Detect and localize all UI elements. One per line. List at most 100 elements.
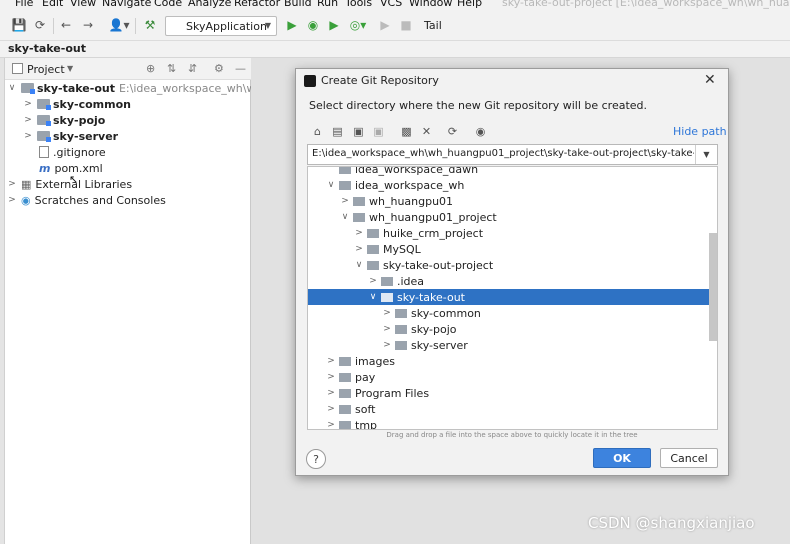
menu-analyze[interactable]: Analyze	[188, 0, 231, 9]
directory-tree[interactable]: idea_workspace_dawn ∨ idea_workspace_wh >…	[307, 166, 718, 430]
chevron-right-icon[interactable]: >	[23, 131, 33, 141]
breadcrumb-item[interactable]: sky-take-out	[8, 42, 86, 55]
hide-path-link[interactable]: Hide path	[673, 125, 727, 138]
chevron-down-icon[interactable]: ∨	[326, 180, 336, 190]
tree-item[interactable]: > pay	[326, 369, 717, 385]
chevron-right-icon[interactable]: >	[354, 244, 364, 254]
menu-tools[interactable]: Tools	[345, 0, 372, 9]
chevron-right-icon[interactable]: >	[382, 340, 392, 350]
sync-icon[interactable]: ⟳	[32, 17, 48, 33]
chevron-right-icon[interactable]: >	[326, 420, 336, 429]
run-icon[interactable]: ▶	[284, 17, 300, 33]
tree-item-selected[interactable]: ∨ sky-take-out	[308, 289, 717, 305]
help-button[interactable]: ?	[306, 449, 326, 469]
step-icon[interactable]: ▶	[377, 17, 393, 33]
new-folder-icon[interactable]: ▩	[399, 124, 414, 139]
menu-navigate[interactable]: Navigate	[102, 0, 151, 9]
profile-icon[interactable]: ◎▾	[346, 17, 370, 33]
menu-refactor[interactable]: Refactor	[234, 0, 280, 9]
user-icon[interactable]: 👤▾	[108, 17, 130, 33]
chevron-down-icon[interactable]: ∨	[7, 83, 17, 93]
chevron-down-icon[interactable]: ∨	[354, 260, 364, 270]
tree-item-pom[interactable]: m pom.xml	[33, 160, 103, 176]
chevron-right-icon[interactable]: >	[326, 356, 336, 366]
delete-icon[interactable]: ✕	[419, 124, 434, 139]
tree-item-sky-pojo[interactable]: > sky-pojo	[23, 112, 105, 128]
tree-scrollbar[interactable]	[709, 233, 717, 341]
project-panel-title[interactable]: Project	[27, 63, 65, 76]
tree-item[interactable]: > wh_huangpu01	[340, 193, 717, 209]
chevron-right-icon[interactable]: >	[382, 324, 392, 334]
tree-item[interactable]: > soft	[326, 401, 717, 417]
menu-window[interactable]: Window	[409, 0, 452, 9]
run-configuration-select[interactable]: SkyApplication ▼	[165, 16, 277, 36]
expand-all-icon[interactable]: ⇅	[167, 62, 176, 75]
close-icon[interactable]: ✕	[704, 72, 716, 88]
tree-item-scratches[interactable]: > ◉ Scratches and Consoles	[7, 192, 166, 208]
minimize-icon[interactable]: —	[235, 62, 246, 75]
tree-item[interactable]: > sky-common	[382, 305, 717, 321]
tree-item[interactable]: idea_workspace_dawn	[326, 167, 717, 177]
desktop-icon[interactable]: ▤	[330, 124, 345, 139]
save-icon[interactable]: 💾	[11, 17, 27, 33]
tree-item[interactable]: > sky-pojo	[382, 321, 717, 337]
tree-item[interactable]: > images	[326, 353, 717, 369]
build-hammer-icon[interactable]: ⚒	[142, 17, 158, 33]
debug-icon[interactable]: ◉	[305, 17, 321, 33]
chevron-down-icon[interactable]: ▼	[695, 145, 717, 164]
tree-item[interactable]: > .idea	[368, 273, 717, 289]
menu-code[interactable]: Code	[154, 0, 182, 9]
stop-icon[interactable]: ■	[398, 17, 414, 33]
ok-button[interactable]: OK	[593, 448, 651, 468]
home-icon[interactable]: ⌂	[310, 124, 325, 139]
chevron-right-icon[interactable]: >	[368, 276, 378, 286]
project-folder-icon[interactable]: ▣	[351, 124, 366, 139]
cancel-button[interactable]: Cancel	[660, 448, 718, 468]
tree-item-sky-server[interactable]: > sky-server	[23, 128, 118, 144]
menu-vcs[interactable]: VCS	[380, 0, 402, 9]
tree-item-label: wh_huangpu01	[369, 194, 454, 208]
path-input[interactable]	[312, 148, 694, 159]
coverage-icon[interactable]: ▶	[326, 17, 342, 33]
gear-icon[interactable]: ⚙	[214, 62, 224, 75]
chevron-down-icon[interactable]: ▼	[67, 64, 73, 73]
tree-item-gitignore[interactable]: .gitignore	[33, 144, 106, 160]
tail-button[interactable]: Tail	[424, 19, 442, 32]
watermark: CSDN @shangxianjiao	[588, 514, 755, 532]
chevron-down-icon[interactable]: ∨	[340, 212, 350, 222]
chevron-right-icon[interactable]: >	[382, 308, 392, 318]
chevron-right-icon[interactable]: >	[326, 388, 336, 398]
chevron-right-icon[interactable]: >	[326, 372, 336, 382]
tree-item[interactable]: > MySQL	[354, 241, 717, 257]
tree-item[interactable]: > sky-server	[382, 337, 717, 353]
menu-build[interactable]: Build	[284, 0, 312, 9]
tree-item[interactable]: ∨ idea_workspace_wh	[326, 177, 717, 193]
tree-item-sky-common[interactable]: > sky-common	[23, 96, 131, 112]
menu-edit[interactable]: Edit	[42, 0, 63, 9]
menu-run[interactable]: Run	[317, 0, 338, 9]
refresh-icon[interactable]: ⟳	[445, 124, 460, 139]
locate-icon[interactable]: ⊕	[146, 62, 155, 75]
tree-item[interactable]: > tmp	[326, 417, 717, 429]
chevron-right-icon[interactable]: >	[7, 179, 17, 189]
tree-item[interactable]: > Program Files	[326, 385, 717, 401]
chevron-right-icon[interactable]: >	[326, 404, 336, 414]
forward-icon[interactable]: →	[80, 17, 96, 33]
chevron-down-icon[interactable]: ∨	[368, 292, 378, 302]
tree-item[interactable]: ∨ wh_huangpu01_project	[340, 209, 717, 225]
module-folder-icon[interactable]: ▣	[371, 124, 386, 139]
menu-file[interactable]: File	[15, 0, 33, 9]
chevron-right-icon[interactable]: >	[354, 228, 364, 238]
tree-item[interactable]: > huike_crm_project	[354, 225, 717, 241]
collapse-all-icon[interactable]: ⇵	[188, 62, 197, 75]
chevron-right-icon[interactable]: >	[23, 99, 33, 109]
tree-item[interactable]: ∨ sky-take-out-project	[354, 257, 717, 273]
chevron-right-icon[interactable]: >	[340, 196, 350, 206]
menu-view[interactable]: View	[70, 0, 96, 9]
back-icon[interactable]: ←	[58, 17, 74, 33]
show-hidden-icon[interactable]: ◉	[473, 124, 488, 139]
path-field[interactable]: ▼	[307, 144, 718, 165]
chevron-right-icon[interactable]: >	[7, 195, 17, 205]
menu-help[interactable]: Help	[457, 0, 482, 9]
chevron-right-icon[interactable]: >	[23, 115, 33, 125]
